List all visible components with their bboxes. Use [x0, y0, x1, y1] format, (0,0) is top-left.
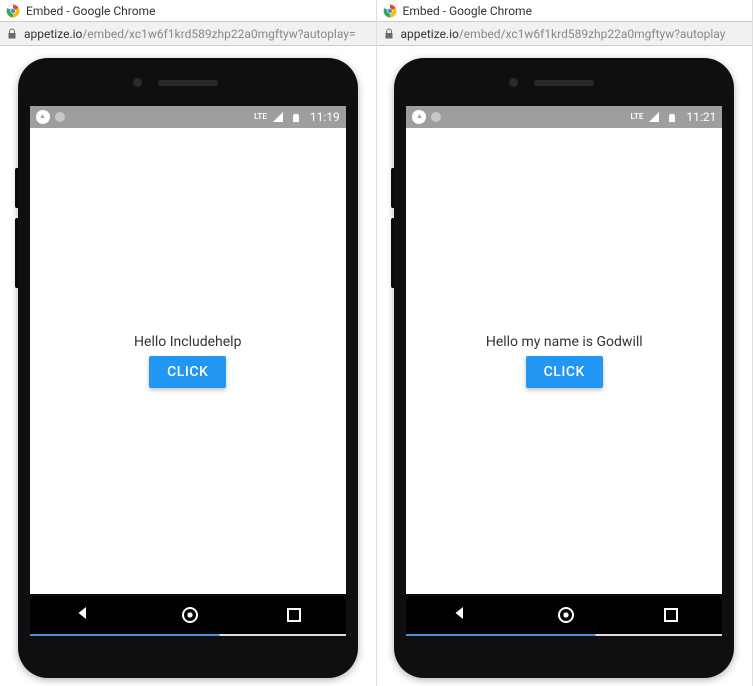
lte-label: LTE — [254, 113, 267, 121]
address-bar[interactable]: appetize.io/embed/xc1w6f1krd589zhp22a0mg… — [0, 22, 376, 46]
signal-icon — [272, 111, 286, 123]
status-dot-icon — [55, 112, 65, 122]
app-text-label: Hello my name is Godwill — [486, 334, 643, 350]
page-area: LTE 11:21 Hello my name is Godwill CLICK — [377, 46, 753, 686]
android-nav-bar — [406, 594, 722, 634]
phone-speaker — [534, 80, 594, 86]
status-right: LTE 11:19 — [254, 110, 340, 124]
app-content: Hello my name is Godwill CLICK — [406, 128, 722, 594]
signal-icon — [648, 111, 662, 123]
progress-line — [30, 634, 346, 636]
phone-camera — [133, 78, 142, 87]
url-path: /embed/xc1w6f1krd589zhp22a0mgftyw?autopl… — [459, 27, 726, 41]
phone-frame: LTE 11:19 Hello Includehelp CLICK — [18, 58, 358, 678]
status-right: LTE 11:21 — [631, 110, 717, 124]
nav-back-icon[interactable] — [74, 604, 92, 626]
android-nav-bar — [30, 594, 346, 634]
android-system-icon — [412, 110, 426, 124]
title-bar: Embed - Google Chrome — [377, 0, 753, 22]
phone-speaker — [158, 80, 218, 86]
title-bar: Embed - Google Chrome — [0, 0, 376, 22]
url-path: /embed/xc1w6f1krd589zhp22a0mgftyw?autopl… — [82, 27, 355, 41]
phone-volume-button — [391, 168, 394, 208]
phone-screen: LTE 11:21 Hello my name is Godwill CLICK — [406, 106, 722, 634]
url-host: appetize.io — [24, 27, 82, 41]
url: appetize.io/embed/xc1w6f1krd589zhp22a0mg… — [24, 27, 356, 41]
click-button[interactable]: CLICK — [149, 356, 226, 388]
android-system-icon — [36, 110, 50, 124]
url: appetize.io/embed/xc1w6f1krd589zhp22a0mg… — [401, 27, 726, 41]
nav-back-icon[interactable] — [451, 604, 469, 626]
nav-home-icon[interactable] — [182, 607, 198, 623]
phone-camera — [509, 78, 518, 87]
status-dot-icon — [431, 112, 441, 122]
chrome-window: Embed - Google Chrome appetize.io/embed/… — [0, 0, 377, 686]
chrome-window: Embed - Google Chrome appetize.io/embed/… — [377, 0, 753, 686]
nav-recent-icon[interactable] — [664, 608, 678, 622]
phone-volume-button — [391, 218, 394, 288]
lte-label: LTE — [631, 113, 644, 121]
phone-frame: LTE 11:21 Hello my name is Godwill CLICK — [394, 58, 734, 678]
phone-volume-button — [15, 218, 18, 288]
nav-recent-icon[interactable] — [287, 608, 301, 622]
address-bar[interactable]: appetize.io/embed/xc1w6f1krd589zhp22a0mg… — [377, 22, 753, 46]
lock-icon — [6, 28, 18, 40]
phone-volume-button — [15, 168, 18, 208]
android-status-bar: LTE 11:21 — [406, 106, 722, 128]
phone-screen: LTE 11:19 Hello Includehelp CLICK — [30, 106, 346, 634]
lock-icon — [383, 28, 395, 40]
clock: 11:19 — [310, 110, 340, 124]
chrome-icon — [6, 4, 20, 18]
url-host: appetize.io — [401, 27, 459, 41]
app-content: Hello Includehelp CLICK — [30, 128, 346, 594]
window-title: Embed - Google Chrome — [403, 4, 532, 18]
progress-line — [406, 634, 722, 636]
nav-home-icon[interactable] — [558, 607, 574, 623]
chrome-icon — [383, 4, 397, 18]
status-left — [412, 110, 441, 124]
battery-icon — [667, 111, 681, 123]
clock: 11:21 — [686, 110, 716, 124]
page-area: LTE 11:19 Hello Includehelp CLICK — [0, 46, 376, 686]
battery-icon — [291, 111, 305, 123]
app-text-label: Hello Includehelp — [134, 334, 241, 350]
window-title: Embed - Google Chrome — [26, 4, 155, 18]
android-status-bar: LTE 11:19 — [30, 106, 346, 128]
click-button[interactable]: CLICK — [526, 356, 603, 388]
status-left — [36, 110, 65, 124]
